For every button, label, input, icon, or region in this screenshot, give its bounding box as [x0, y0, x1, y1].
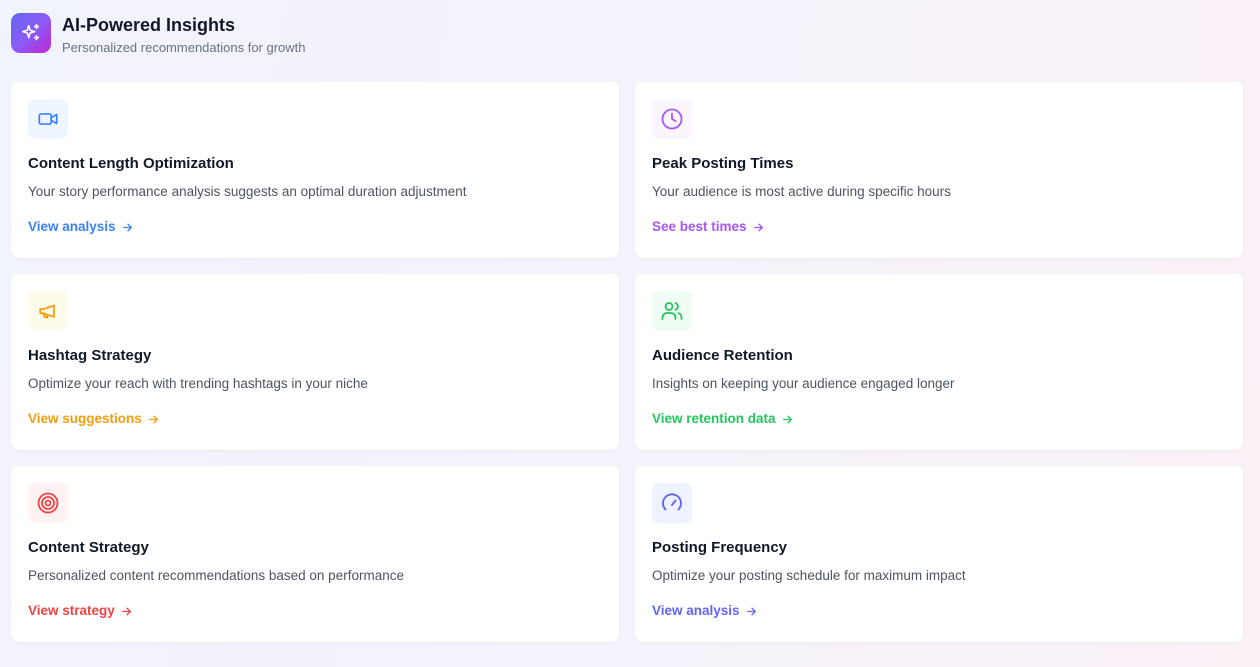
card-title: Content Length Optimization	[28, 155, 234, 172]
card-description: Insights on keeping your audience engage…	[652, 376, 955, 391]
link-label: See best times	[652, 219, 747, 234]
arrow-right-icon	[121, 607, 131, 615]
insight-card-content-length: Content Length Optimization Your story p…	[11, 82, 619, 258]
insight-card-peak-times: Peak Posting Times Your audience is most…	[635, 82, 1243, 258]
card-description: Your story performance analysis suggests…	[28, 184, 467, 199]
insight-card-content-strategy: Content Strategy Personalized content re…	[11, 466, 619, 642]
card-description: Optimize your posting schedule for maxim…	[652, 568, 966, 583]
link-label: View analysis	[28, 219, 116, 234]
card-title: Content Strategy	[28, 539, 149, 556]
insights-grid: Content Length Optimization Your story p…	[11, 82, 1243, 642]
card-title: Peak Posting Times	[652, 155, 794, 172]
target-icon	[28, 483, 68, 523]
view-suggestions-link[interactable]: View suggestions	[28, 411, 160, 427]
card-title: Hashtag Strategy	[28, 347, 152, 364]
view-analysis-link[interactable]: View analysis	[652, 603, 758, 619]
users-icon	[652, 291, 692, 331]
arrow-right-icon	[782, 415, 792, 423]
page-subtitle: Personalized recommendations for growth	[62, 40, 306, 55]
clock-icon	[652, 99, 692, 139]
view-retention-data-link[interactable]: View retention data	[652, 411, 794, 427]
card-description: Your audience is most active during spec…	[652, 184, 951, 199]
arrow-right-icon	[753, 223, 763, 231]
card-description: Optimize your reach with trending hashta…	[28, 376, 368, 391]
arrow-right-icon	[148, 415, 158, 423]
card-title: Audience Retention	[652, 347, 793, 364]
video-icon	[28, 99, 68, 139]
insights-header: AI-Powered Insights Personalized recomme…	[11, 13, 306, 56]
insight-card-hashtag-strategy: Hashtag Strategy Optimize your reach wit…	[11, 274, 619, 450]
sparkles-icon	[11, 13, 51, 53]
view-analysis-link[interactable]: View analysis	[28, 219, 134, 235]
arrow-right-icon	[746, 607, 756, 615]
insight-card-posting-frequency: Posting Frequency Optimize your posting …	[635, 466, 1243, 642]
view-strategy-link[interactable]: View strategy	[28, 603, 133, 619]
link-label: View suggestions	[28, 411, 142, 426]
page-title: AI-Powered Insights	[62, 15, 236, 35]
link-label: View analysis	[652, 603, 740, 618]
card-description: Personalized content recommendations bas…	[28, 568, 404, 583]
megaphone-icon	[28, 291, 68, 331]
link-label: View strategy	[28, 603, 115, 618]
arrow-right-icon	[122, 223, 132, 231]
card-title: Posting Frequency	[652, 539, 788, 556]
see-best-times-link[interactable]: See best times	[652, 219, 765, 235]
gauge-icon	[652, 483, 692, 523]
insight-card-audience-retention: Audience Retention Insights on keeping y…	[635, 274, 1243, 450]
link-label: View retention data	[652, 411, 776, 426]
